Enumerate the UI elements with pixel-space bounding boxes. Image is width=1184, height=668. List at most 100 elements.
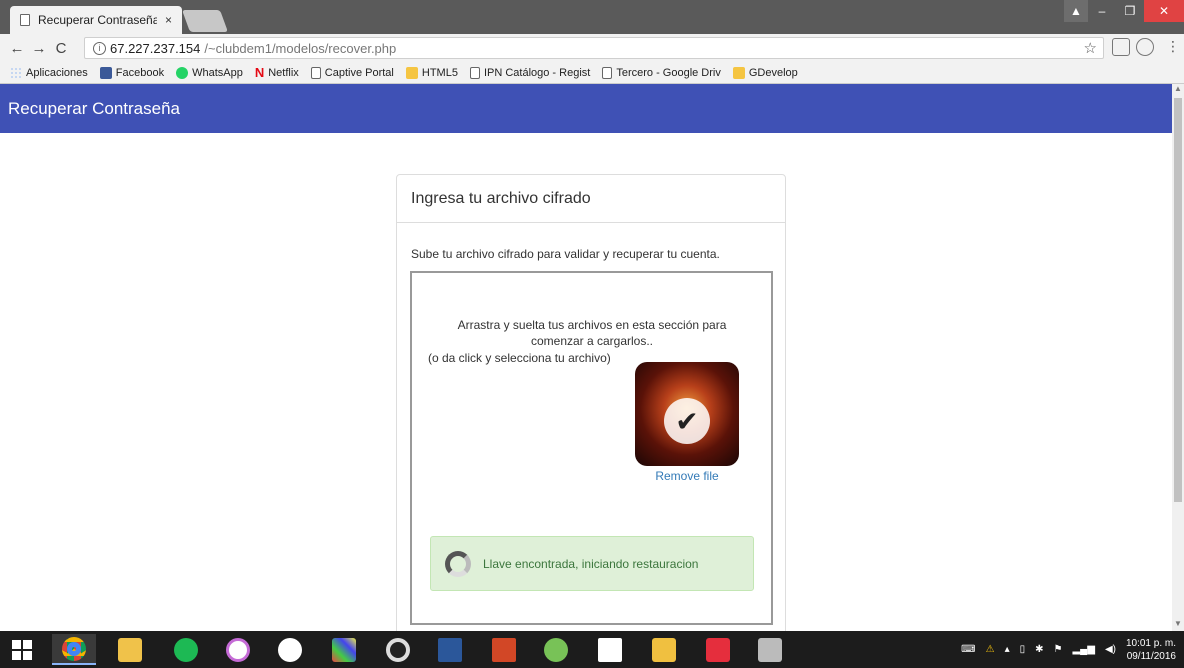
powerpoint-icon [492,637,516,662]
taskbar-webcam[interactable] [376,634,420,665]
taskbar-hp[interactable] [268,634,312,665]
scrollbar-thumb[interactable] [1174,98,1182,502]
clock-time: 10:01 p. m. [1125,637,1176,649]
browser-toolbar: ← → C i 67.227.237.154/~clubdem1/modelos… [0,34,1184,62]
bookmark-tercero[interactable]: Tercero - Google Driv [602,66,721,79]
colorful-app-icon [332,637,356,662]
whatsapp-icon [176,66,189,79]
taskbar-chrome[interactable] [52,634,96,665]
word-icon [438,637,462,662]
flag-icon[interactable]: ⚑ [1054,644,1063,655]
spotify-icon [174,637,198,662]
taskbar-spotify[interactable] [164,634,208,665]
bookmark-ipn-catalogo[interactable]: IPN Catálogo - Regist [469,66,590,79]
xmind-icon [706,637,730,662]
info-icon[interactable]: i [93,41,106,55]
bookmark-captive-portal[interactable]: Captive Portal [310,66,394,79]
keyboard-icon[interactable]: ⌨ [961,644,975,655]
tab-strip: Recuperar Contraseña × ▲ – ❐ ✕ [0,0,1184,34]
hp-icon [278,637,302,662]
upload-panel: Ingresa tu archivo cifrado Sube tu archi… [396,174,786,631]
taskbar-itunes[interactable] [216,634,260,665]
remove-file-link[interactable]: Remove file [635,469,739,483]
page-icon [20,14,30,26]
url-host: 67.227.237.154 [110,40,201,56]
file-dropzone[interactable]: Arrastra y suelta tus archivos en esta s… [410,271,773,625]
bookmark-facebook[interactable]: Facebook [99,66,164,79]
tab-title: Recuperar Contraseña [38,13,157,27]
chevron-up-icon[interactable]: ▴ [1005,644,1010,655]
file-thumbnail: ✔ [635,362,739,466]
scroll-down-icon[interactable]: ▼ [1172,619,1184,631]
apps-icon [10,66,22,79]
drawing-app-icon [598,637,622,662]
taskbar-powerpoint[interactable] [482,634,526,665]
new-tab-button[interactable] [181,10,229,32]
app-bar: Recuperar Contraseña [0,84,1172,133]
taskbar-explorer[interactable] [108,634,152,665]
taskbar-android-studio[interactable] [534,634,578,665]
bookmark-aplicaciones[interactable]: Aplicaciones [10,66,88,79]
page-viewport: Recuperar Contraseña Ingresa tu archivo … [0,84,1172,631]
taskbar-app-a[interactable] [588,634,632,665]
page-scrollbar[interactable]: ▲ ▼ [1172,84,1184,631]
shield-extension-icon[interactable] [1136,38,1154,56]
panel-title: Ingresa tu archivo cifrado [397,175,785,223]
window-controls: ▲ – ❐ ✕ [1064,0,1184,22]
taskbar-app-colorful[interactable] [322,634,366,665]
page-icon [310,66,321,79]
bookmarks-bar: Aplicaciones Facebook WhatsApp N Netflix … [0,62,1184,84]
chrome-icon [62,636,86,661]
reload-icon[interactable]: C [50,40,72,57]
webcam-icon [386,637,410,662]
clock[interactable]: 10:01 p. m. 09/11/2016 [1126,637,1176,663]
facebook-icon [99,66,112,79]
volume-icon[interactable]: ◀) [1105,644,1116,655]
close-window-icon[interactable]: ✕ [1144,0,1184,22]
folder-icon [405,66,418,79]
status-alert: Llave encontrada, iniciando restauracion [430,536,754,591]
taskbar-app-tools[interactable] [642,634,686,665]
tab-close-icon[interactable]: × [165,13,172,27]
taskbar: ⌨ ⚠ ▴ ▯ ✱ ⚑ ▂▄▆ ◀) 10:01 p. m. 09/11/201… [0,631,1184,668]
bookmark-gdevelop[interactable]: GDevelop [732,66,798,79]
browser-tab-active[interactable]: Recuperar Contraseña × [10,6,182,34]
snipping-tool-icon [758,637,782,662]
folder-icon [732,66,745,79]
minimize-icon[interactable]: – [1088,0,1116,22]
system-tray: ⌨ ⚠ ▴ ▯ ✱ ⚑ ▂▄▆ ◀) 10:01 p. m. 09/11/201… [961,631,1176,668]
battery-icon[interactable]: ▯ [1020,644,1026,655]
checkmark-icon: ✔ [664,398,710,444]
app-bar-title: Recuperar Contraseña [8,98,180,118]
bookmark-netflix[interactable]: N Netflix [255,65,299,80]
clock-date: 09/11/2016 [1126,650,1176,662]
file-explorer-icon [118,637,142,662]
tools-icon [652,637,676,662]
taskbar-xmind[interactable] [696,634,740,665]
taskbar-word[interactable] [428,634,472,665]
bookmark-html5[interactable]: HTML5 [405,66,458,79]
bluetooth-icon[interactable]: ✱ [1035,644,1043,655]
bookmark-whatsapp[interactable]: WhatsApp [176,66,243,79]
warning-icon[interactable]: ⚠ [986,644,995,655]
alert-text: Llave encontrada, iniciando restauracion [483,556,699,571]
signal-icon[interactable]: ▂▄▆ [1072,644,1094,655]
url-path: /~clubdem1/modelos/recover.php [204,40,397,56]
page-icon [602,66,613,79]
forward-arrow-icon[interactable]: → [28,40,50,57]
address-bar[interactable]: i 67.227.237.154/~clubdem1/modelos/recov… [84,37,1104,59]
panel-description: Sube tu archivo cifrado para validar y r… [411,247,720,261]
restore-icon[interactable]: ❐ [1116,0,1144,22]
taskbar-snipping[interactable] [748,634,792,665]
dropzone-subtext: (o da click y selecciona tu archivo) [428,351,611,365]
netflix-icon: N [254,65,265,80]
bookmark-star-icon[interactable]: ☆ [1084,39,1097,57]
start-button[interactable] [0,634,44,665]
profile-icon[interactable]: ▲ [1064,0,1088,22]
windows-logo-icon [12,639,32,660]
menu-kebab-icon[interactable]: ⋮ [1166,38,1180,55]
scroll-up-icon[interactable]: ▲ [1172,84,1184,96]
back-arrow-icon[interactable]: ← [6,40,28,57]
itunes-icon [226,637,250,662]
extension-icon[interactable] [1112,38,1130,56]
